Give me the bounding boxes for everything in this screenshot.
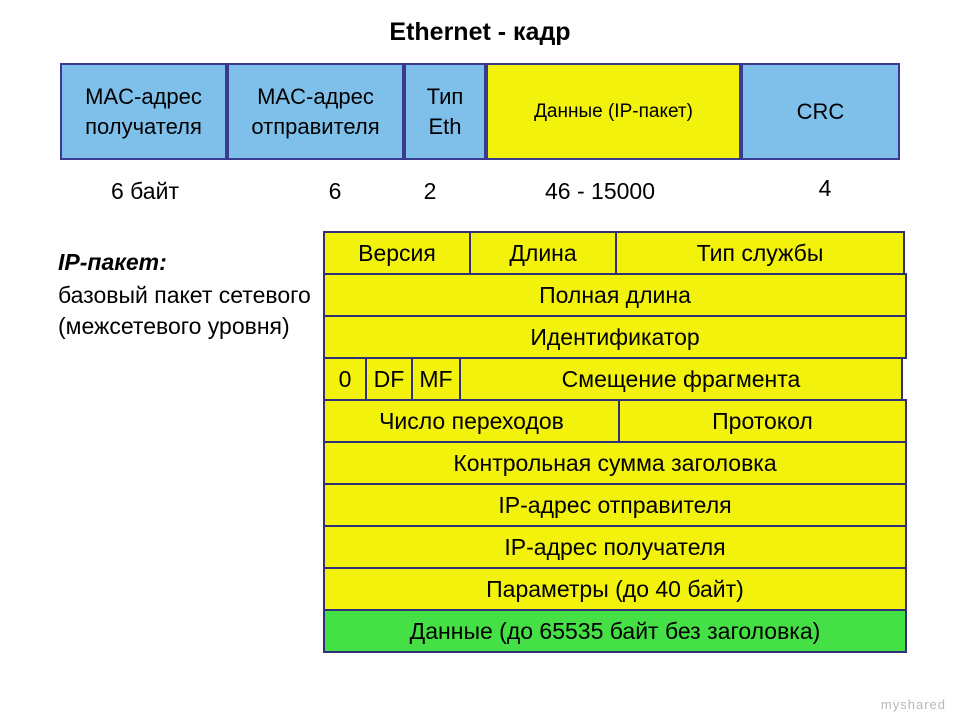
- ip-packet-caption: IP-пакет: базовый пакет сетевого (межсет…: [58, 247, 318, 342]
- ethernet-field-payload: Данные (IP-пакет): [486, 63, 741, 160]
- ethernet-field-src-mac-line2: отправителя: [251, 113, 380, 139]
- ip-packet-row: IP-адрес получателя: [323, 525, 909, 569]
- ip-field-data: Данные (до 65535 байт без заголовка): [323, 609, 907, 653]
- ethernet-field-crc-label: CRC: [796, 98, 845, 124]
- ethernet-field-type: Тип Eth: [404, 63, 486, 160]
- ip-field-flag-df: DF: [365, 357, 413, 401]
- size-label-payload: 46 - 15000: [545, 178, 655, 204]
- ip-field-header-checksum: Контрольная сумма заголовка: [323, 441, 907, 485]
- ethernet-field-payload-label: Данные (IP-пакет): [534, 100, 693, 122]
- size-label-crc: 4: [818, 175, 832, 201]
- ethernet-field-crc: CRC: [741, 63, 900, 160]
- ip-packet-row: Полная длина: [323, 273, 909, 317]
- size-label-dest-mac: 6 байт: [110, 178, 179, 204]
- ip-field-fragment-offset: Смещение фрагмента: [459, 357, 903, 401]
- page-title: Ethernet - кадр: [389, 18, 571, 46]
- ip-packet-row: Параметры (до 40 байт): [323, 567, 909, 611]
- ip-packet-row: Версия Длина Тип службы: [323, 231, 909, 275]
- ethernet-field-sizes: 6 байт 6 2 46 - 15000 4: [60, 175, 900, 209]
- ip-packet-row: Контрольная сумма заголовка: [323, 441, 909, 485]
- ethernet-field-dest-mac-line2: получателя: [85, 113, 202, 139]
- ip-field-flag-zero: 0: [323, 357, 367, 401]
- ip-packet-row: IP-адрес отправителя: [323, 483, 909, 527]
- ip-field-flag-mf: MF: [411, 357, 461, 401]
- ip-packet-row: Число переходов Протокол: [323, 399, 909, 443]
- ip-packet-diagram: Версия Длина Тип службы Полная длина Иде…: [323, 231, 909, 653]
- ip-field-version: Версия: [323, 231, 471, 275]
- ip-field-identifier: Идентификатор: [323, 315, 907, 359]
- ethernet-field-src-mac: MAC-адрес отправителя: [227, 63, 404, 160]
- ethernet-field-type-line1: Тип: [426, 84, 464, 110]
- ip-field-protocol: Протокол: [618, 399, 907, 443]
- ip-packet-row: Идентификатор: [323, 315, 909, 359]
- ip-field-source-address: IP-адрес отправителя: [323, 483, 907, 527]
- ip-field-ttl: Число переходов: [323, 399, 620, 443]
- ethernet-field-dest-mac: MAC-адрес получателя: [60, 63, 227, 160]
- ip-packet-row: Данные (до 65535 байт без заголовка): [323, 609, 909, 653]
- ethernet-field-type-line2: Eth: [428, 113, 462, 139]
- ip-field-options: Параметры (до 40 байт): [323, 567, 907, 611]
- size-label-src-mac: 6: [328, 178, 342, 204]
- watermark: myshared: [880, 697, 946, 712]
- ip-field-header-length: Длина: [469, 231, 617, 275]
- ip-packet-caption-body: базовый пакет сетевого (межсетевого уров…: [58, 282, 311, 340]
- ethernet-field-src-mac-line1: MAC-адрес: [257, 84, 374, 110]
- ethernet-field-dest-mac-line1: MAC-адрес: [85, 84, 202, 110]
- ip-packet-row: 0 DF MF Смещение фрагмента: [323, 357, 909, 401]
- ip-packet-caption-title: IP-пакет:: [58, 249, 167, 275]
- ip-field-type-of-service: Тип службы: [615, 231, 905, 275]
- size-label-type: 2: [423, 178, 437, 204]
- ethernet-frame-diagram: MAC-адрес получателя MAC-адрес отправите…: [60, 63, 900, 160]
- ip-field-total-length: Полная длина: [323, 273, 907, 317]
- ip-field-destination-address: IP-адрес получателя: [323, 525, 907, 569]
